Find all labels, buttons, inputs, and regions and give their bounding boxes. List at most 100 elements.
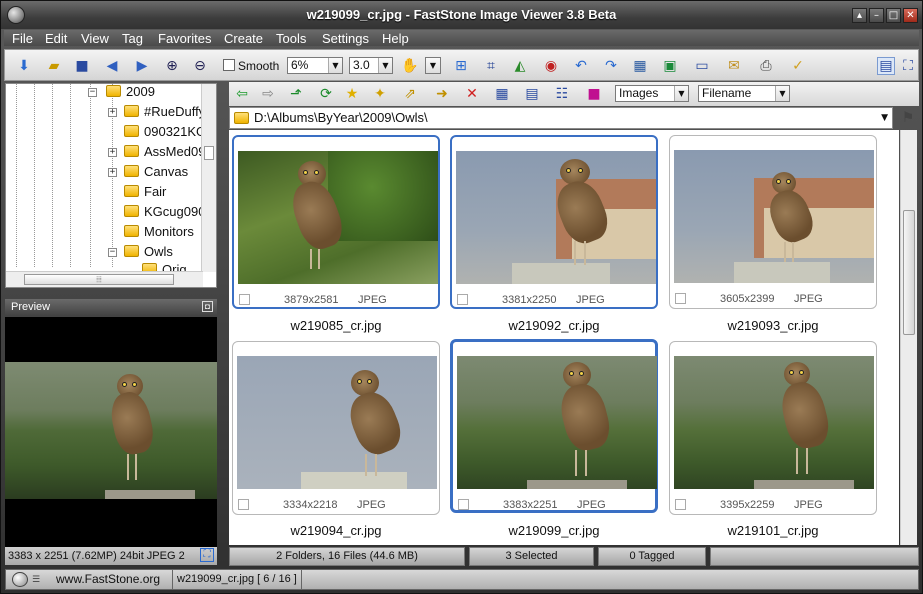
chevron-down-icon: ▼ <box>775 86 789 101</box>
hand-tool-icon[interactable]: ✋ <box>401 57 419 75</box>
chevron-down-icon[interactable]: ▼ <box>881 108 888 128</box>
footer-bar: ☰ www.FastStone.org w219099_cr.jpg [ 6 /… <box>5 569 919 590</box>
menu-create[interactable]: Create <box>224 31 263 46</box>
thumbnail-filename: w219092_cr.jpg <box>508 318 600 333</box>
status-selected: 3 Selected <box>469 547 594 566</box>
layout-icon[interactable]: ▤ <box>877 57 895 75</box>
red-eye-icon[interactable]: ◉ <box>542 57 560 75</box>
new-folder-icon[interactable]: ✦ <box>371 85 389 103</box>
zoom-out-icon[interactable]: ⊖ <box>191 57 209 75</box>
resize-icon[interactable]: ⊞ <box>452 57 470 75</box>
expand-view-icon[interactable]: ⛶ <box>899 57 917 75</box>
copy-to-icon[interactable]: ⇗ <box>401 85 419 103</box>
website-link[interactable]: www.FastStone.org <box>56 572 160 586</box>
contact-sheet-icon[interactable]: ▦ <box>631 57 649 75</box>
thumbnail-card[interactable]: 3383x2251 JPEG <box>450 339 658 513</box>
tree-item-assmed09[interactable]: AssMed09 <box>124 142 205 162</box>
pin-icon[interactable]: ◘ <box>202 301 213 312</box>
tree-item-fair[interactable]: Fair <box>124 182 166 202</box>
thumbnail-checkbox[interactable] <box>458 499 469 510</box>
thumbnail-card[interactable]: 3334x2218 JPEG <box>232 341 440 515</box>
title-bar: w219099_cr.jpg - FastStone Image Viewer … <box>1 1 922 29</box>
scroll-thumb[interactable] <box>903 210 915 335</box>
hand-tool-dropdown[interactable]: ▼ <box>425 57 441 74</box>
tree-item-rueduffy[interactable]: #RueDuffy <box>124 102 205 122</box>
forward-icon[interactable]: ⇨ <box>259 85 277 103</box>
ratio-select[interactable]: 3.0 ▼ <box>349 57 393 74</box>
close-button[interactable]: ✕ <box>903 8 918 23</box>
list-view-icon[interactable]: ☷ <box>553 85 571 103</box>
zoom-select[interactable]: 6% ▼ <box>287 57 343 74</box>
expand-icon[interactable]: + <box>108 108 117 117</box>
tree-horizontal-scrollbar[interactable]: ⦙⦙⦙ <box>6 271 203 287</box>
back-icon[interactable]: ⇦ <box>233 85 251 103</box>
thumbnail-scrollbar[interactable] <box>900 130 917 545</box>
file-filter-select[interactable]: Images ▼ <box>615 85 689 102</box>
details-view-icon[interactable]: ▤ <box>523 85 541 103</box>
thumbnails-view-icon[interactable]: ▦ <box>493 85 511 103</box>
rotate-right-icon[interactable]: ↷ <box>602 57 620 75</box>
scroll-thumb[interactable] <box>204 146 214 160</box>
tree-item-kgcug090[interactable]: KGcug090 <box>124 202 205 222</box>
tree-item-2009[interactable]: 2009 <box>106 84 155 102</box>
path-bar[interactable]: D:\Albums\ByYear\2009\Owls\ ▼ <box>229 107 893 129</box>
folder-up-icon[interactable]: ⬏ <box>287 85 305 103</box>
select-icon[interactable]: ■ <box>585 85 603 103</box>
menu-tools[interactable]: Tools <box>276 31 306 46</box>
refresh-icon[interactable]: ⟳ <box>317 85 335 103</box>
tag-icon[interactable]: ✓ <box>789 57 807 75</box>
open-icon[interactable]: ⬇ <box>15 57 33 75</box>
thumbnail-card[interactable]: 3395x2259 JPEG <box>669 341 877 515</box>
menu-help[interactable]: Help <box>382 31 409 46</box>
thumbnail-checkbox[interactable] <box>457 294 468 305</box>
trash-icon[interactable]: ⚑ <box>899 107 917 129</box>
print-icon[interactable]: ⎙ <box>757 57 775 75</box>
thumbnail-card[interactable]: 3381x2250 JPEG <box>450 135 658 309</box>
color-adjust-icon[interactable]: ◭ <box>511 57 529 75</box>
menu-view[interactable]: View <box>81 31 109 46</box>
zoom-in-icon[interactable]: ⊕ <box>163 57 181 75</box>
full-screen-icon[interactable]: ▭ <box>693 57 711 75</box>
thumbnail-checkbox[interactable] <box>675 293 686 304</box>
tree-item-monitors[interactable]: Monitors <box>124 222 194 242</box>
collapse-icon[interactable]: − <box>108 248 117 257</box>
thumbnail-checkbox[interactable] <box>675 499 686 510</box>
maximize-button[interactable]: □ <box>886 8 901 23</box>
favorites-icon[interactable]: ★ <box>343 85 361 103</box>
tree-item-owls[interactable]: Owls <box>124 242 173 262</box>
move-to-icon[interactable]: ➜ <box>433 85 451 103</box>
collapse-icon[interactable]: − <box>88 88 97 97</box>
menu-edit[interactable]: Edit <box>45 31 67 46</box>
menu-favorites[interactable]: Favorites <box>158 31 211 46</box>
thumbnail-checkbox[interactable] <box>238 499 249 510</box>
tree-item-090321kg[interactable]: 090321KG <box>124 122 206 142</box>
next-icon[interactable]: ▶ <box>133 57 151 75</box>
email-icon[interactable]: ✉ <box>725 57 743 75</box>
folder-open-icon[interactable]: ▰ <box>45 57 63 75</box>
menu-tag[interactable]: Tag <box>122 31 143 46</box>
previous-icon[interactable]: ◀ <box>103 57 121 75</box>
tree-item-label: 090321KG <box>144 124 207 139</box>
expand-icon[interactable]: + <box>108 148 117 157</box>
menu-file[interactable]: File <box>12 31 33 46</box>
rotate-left-icon[interactable]: ↶ <box>572 57 590 75</box>
thumbnail-checkbox[interactable] <box>239 294 250 305</box>
window-menu-button[interactable]: ▴ <box>852 8 867 23</box>
slideshow-icon[interactable]: ▣ <box>661 57 679 75</box>
delete-icon[interactable]: ✕ <box>463 85 481 103</box>
minimize-button[interactable]: – <box>869 8 884 23</box>
save-icon[interactable]: ■ <box>73 57 91 75</box>
sort-select[interactable]: Filename ▼ <box>698 85 790 102</box>
tree-item-canvas[interactable]: Canvas <box>124 162 188 182</box>
thumbnail-filename: w219099_cr.jpg <box>508 523 600 538</box>
scroll-thumb[interactable]: ⦙⦙⦙ <box>24 274 174 285</box>
thumbnail-card[interactable]: 3879x2581 JPEG <box>232 135 440 309</box>
fit-icon[interactable]: ⛶ <box>200 548 214 562</box>
menu-settings[interactable]: Settings <box>322 31 369 46</box>
tree-vertical-scrollbar[interactable] <box>201 84 216 272</box>
crop-icon[interactable]: ⌗ <box>482 57 500 75</box>
smooth-checkbox[interactable] <box>223 59 235 71</box>
menu-lines-icon[interactable]: ☰ <box>32 574 40 585</box>
expand-icon[interactable]: + <box>108 168 117 177</box>
thumbnail-card[interactable]: 3605x2399 JPEG <box>669 135 877 309</box>
